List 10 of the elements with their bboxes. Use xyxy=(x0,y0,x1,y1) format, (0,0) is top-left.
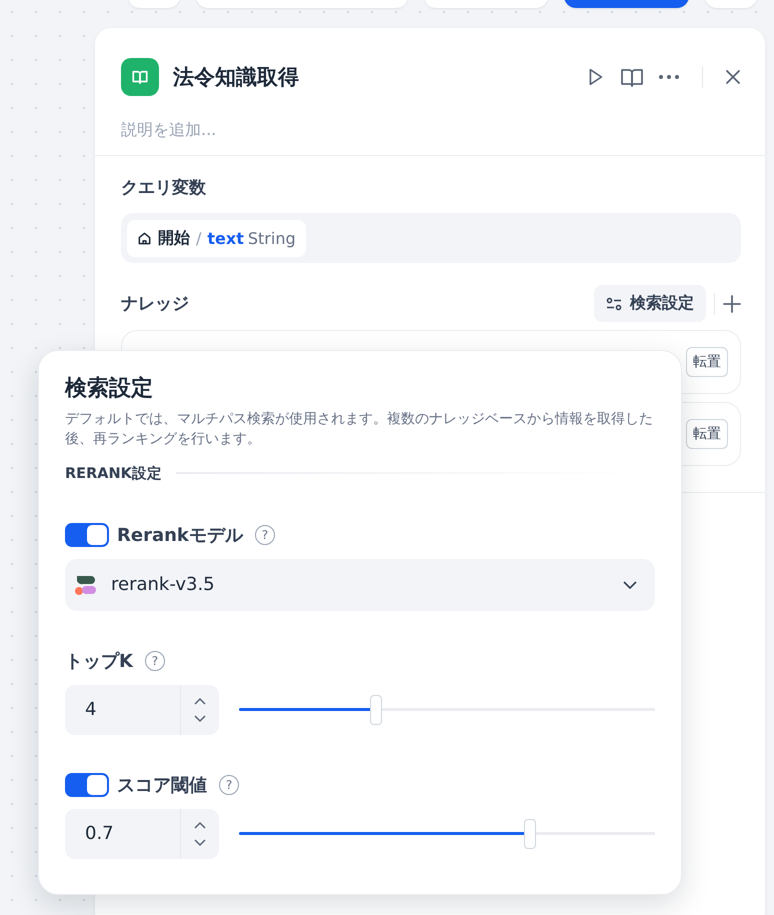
node-title: 法令知識取得 xyxy=(173,64,299,91)
path-separator: / xyxy=(196,228,202,248)
field-label: スコア閾値 xyxy=(117,774,207,797)
section-heading: RERANK設定 xyxy=(65,464,162,483)
field-label: Rerankモデル xyxy=(117,524,243,547)
popover-title: 検索設定 xyxy=(65,374,154,403)
section-label: ナレッジ xyxy=(121,293,189,315)
field-label: トップK xyxy=(65,650,133,673)
section-label: クエリ変数 xyxy=(121,177,207,199)
popover-description: デフォルトでは、マルチパス検索が使用されます。複数のナレッジベースから情報を取得した後、再ランキングを行います。 xyxy=(65,410,654,450)
